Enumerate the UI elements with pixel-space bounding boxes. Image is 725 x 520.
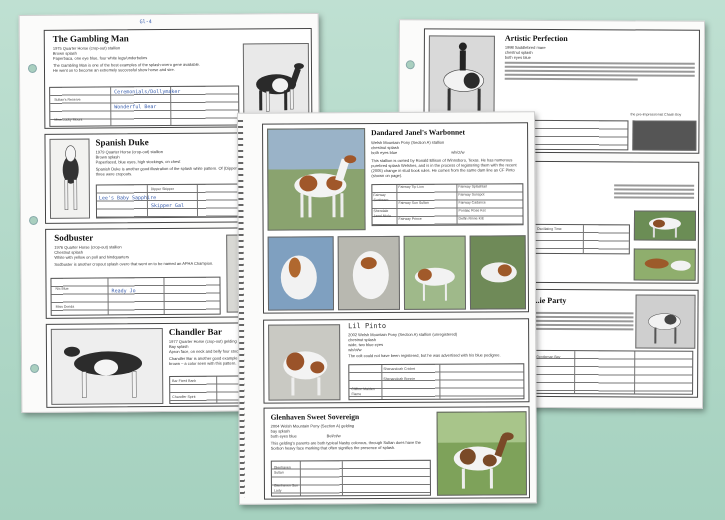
margin-note: Gl-4: [139, 19, 152, 26]
entry-note: Bel/ct/w: [326, 433, 341, 439]
entry-title: Chandler Bar: [168, 326, 222, 338]
table-cell: Pontiac Rose Ket: [458, 208, 486, 213]
table-label: Chandler Spirit: [172, 394, 196, 399]
horse-photo: [268, 324, 341, 401]
entry-body: The Gambling Man is one of the best exam…: [52, 61, 200, 73]
horse-photo: [635, 294, 696, 349]
horse-photo: [633, 210, 697, 241]
horse-photo: [428, 35, 495, 116]
entry-note: wh/ct/w: [348, 347, 362, 353]
table-label: Oscillating Time: [536, 226, 562, 232]
horse-photo: [50, 328, 164, 405]
table-cell: Fairway Sun Sultan: [398, 200, 429, 205]
table-label: Sultan's Reserve: [54, 97, 81, 102]
pedigree-table: Nic Blue Miss Dorida Ready Jo: [50, 276, 221, 316]
photo-caption: the pre-Impressionist Chash Boy: [630, 112, 682, 117]
horse-photo: [337, 235, 401, 311]
table-cell: Glenhaven Sun Lady: [273, 483, 299, 493]
table-label: Gentleman Bay: [536, 354, 561, 360]
entry-title: Glenhaven Sweet Sovereign: [270, 412, 360, 422]
entry-title: Spanish Duke: [95, 137, 149, 148]
horse-photo: [436, 411, 527, 496]
binder-hole: [30, 363, 40, 373]
horse-photo: [403, 235, 467, 310]
entry-title: ...ie Party: [533, 295, 567, 306]
entry-body: The colt could not have been registered,…: [348, 352, 501, 359]
entry-body: Sodbuster is another cropout splash over…: [54, 260, 214, 267]
entry-line: both eyes blue: [504, 54, 531, 60]
pedigree-table: Dipper Skipper Skipper Gal Lee's Baby Sa…: [95, 183, 247, 219]
table-cell: Glenhaven Sultan: [273, 465, 291, 475]
table-cell: Fairway Splashtail: [458, 184, 487, 189]
table-cell: Shenandoah Bonnie: [383, 376, 416, 382]
entry-note: wh/ct/w: [451, 149, 465, 155]
entry-title: Dandared Janel's Warbonnet: [371, 127, 466, 138]
entry-body: This gelding's parents are both typical …: [270, 439, 421, 451]
table-cell: Cliffton Maiden Flame: [351, 387, 375, 396]
table-label: Shendale Janel Niola: [373, 208, 391, 218]
handwritten-entry: Ceremonials/Dollymaker: [114, 88, 181, 96]
table-label: Miss Dorida: [55, 304, 75, 309]
handwritten-entry: Wonderful Bear: [114, 104, 157, 111]
entry-line: Paperbaca, one eye blue, four white legs…: [52, 55, 148, 61]
table-cell: Delfin Rinne Kitt: [458, 216, 484, 221]
horse-photo: [633, 248, 696, 281]
handwritten-entry: Ready Jo: [111, 288, 136, 295]
entry-title: Sodbuster: [54, 232, 94, 243]
horse-photo: [242, 43, 310, 124]
handwritten-title: Lil Pinto: [348, 322, 387, 331]
horse-photo: [267, 128, 366, 231]
horse-photo: [49, 138, 91, 219]
horse-photo: [469, 235, 527, 310]
front-page: Dandared Janel's Warbonnet Welsh Mountai…: [236, 111, 538, 505]
binder-hole: [405, 60, 415, 70]
handwritten-entry: Lee's Baby Sapphire: [98, 195, 157, 202]
table-cell: Fairway Cadance: [458, 200, 486, 205]
table-cell: Fairway Prince: [398, 216, 422, 221]
table-cell: Shenandoah Cricket: [383, 366, 416, 372]
entry-lil-pinto: Lil Pinto 2002 Welsh Mountain Pony (Sect…: [263, 318, 530, 404]
handwritten-entry: Skipper Gal: [150, 202, 185, 210]
entry-warbonnet: Dandared Janel's Warbonnet Welsh Mountai…: [262, 122, 530, 314]
pedigree-table: Glenhaven Sultan Glenhaven Sun Lady: [270, 459, 431, 497]
entry-line: White with yellow on poll and hindquarte…: [54, 254, 130, 260]
horse-photo: [632, 120, 697, 151]
binder-hole: [27, 63, 38, 73]
table-cell: Fairway Sunspot: [458, 192, 485, 197]
entry-sweet-sovereign: Glenhaven Sweet Sovereign 2004 Welsh Mou…: [263, 406, 530, 500]
table-label: Miss Lucky Mount: [54, 117, 83, 122]
pedigree-table: Shenandoah Cricket Shenandoah Bonnie Cli…: [348, 363, 525, 401]
horse-photo: [267, 236, 335, 311]
table-label: Fairway Sunbeam: [373, 193, 389, 202]
binder-hole: [29, 215, 39, 225]
spiral-binding: [236, 119, 245, 498]
pedigree-table: Oscillating Time: [533, 223, 630, 255]
entry-body: This stallion is owned by Ronald Ellison…: [371, 157, 517, 179]
entry-title: The Gambling Man: [52, 33, 129, 44]
entry-title: Artistic Perfection: [504, 33, 568, 44]
table-label: Nic Blue: [55, 286, 69, 291]
pedigree-table: Gentleman Bay: [533, 349, 694, 395]
table-label: Bar Fixed Bank: [172, 378, 197, 383]
pedigree-table: Fairway Sunbeam Shendale Janel Niola Fai…: [371, 183, 524, 227]
table-cell: Fairway Tip Lion: [398, 184, 424, 189]
table-label: Dipper Skipper: [150, 186, 175, 192]
pedigree-table: Sultan's Reserve Miss Lucky Mount Ceremo…: [49, 85, 240, 127]
